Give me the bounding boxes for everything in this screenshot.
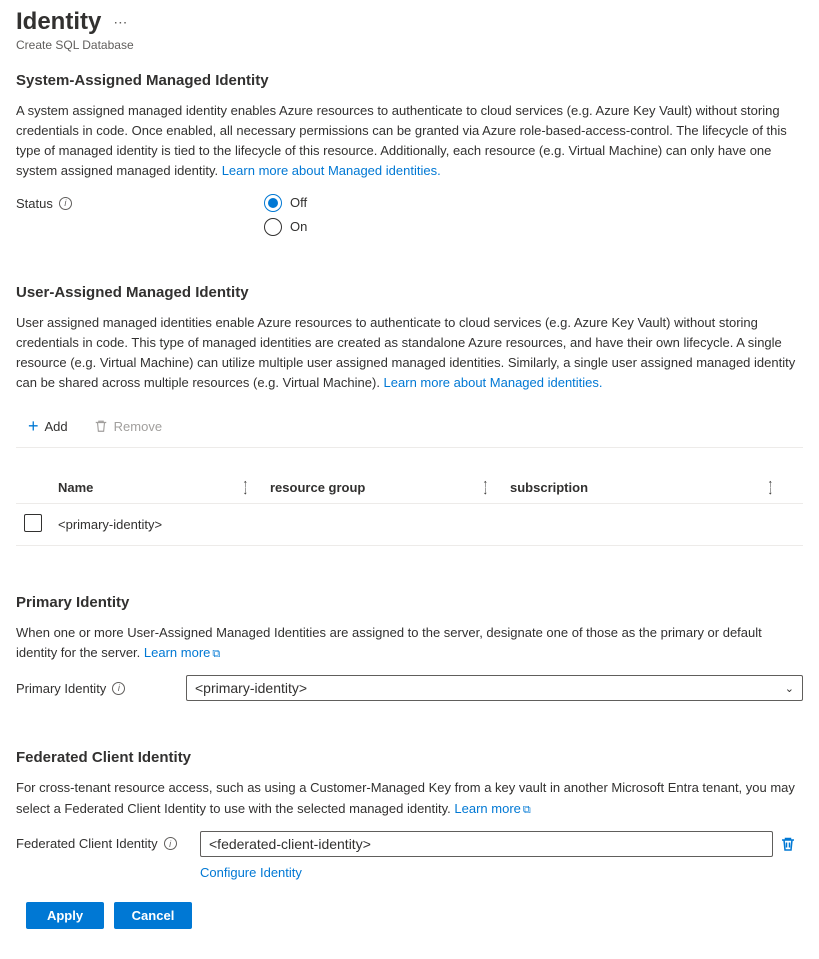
primary-identity-value: <primary-identity> xyxy=(195,680,307,696)
trash-icon xyxy=(780,836,796,852)
col-sub-header[interactable]: subscription ↑↓ xyxy=(510,480,795,495)
plus-icon: + xyxy=(28,417,39,435)
status-radio-group: Off On xyxy=(264,194,307,236)
trash-icon xyxy=(94,419,108,433)
federated-value: <federated-client-identity> xyxy=(209,836,371,852)
info-icon[interactable]: i xyxy=(112,682,125,695)
col-rg-header[interactable]: resource group ↑↓ xyxy=(270,480,510,495)
footer-buttons: Apply Cancel xyxy=(16,902,803,929)
apply-button[interactable]: Apply xyxy=(26,902,104,929)
col-name-header-text: Name xyxy=(58,480,93,495)
status-off-label: Off xyxy=(290,195,307,210)
status-radio-off[interactable]: Off xyxy=(264,194,307,212)
table-row[interactable]: <primary-identity> xyxy=(16,504,803,545)
add-button-label: Add xyxy=(45,419,68,434)
federated-learn-more-link[interactable]: Learn more⧉ xyxy=(454,801,530,816)
row-checkbox[interactable] xyxy=(24,514,42,532)
col-rg-header-text: resource group xyxy=(270,480,365,495)
col-sub-header-text: subscription xyxy=(510,480,588,495)
col-name-header[interactable]: Name ↑↓ xyxy=(58,480,270,495)
primary-identity-description: When one or more User-Assigned Managed I… xyxy=(16,623,803,663)
more-actions-button[interactable]: ⋯ xyxy=(113,14,127,31)
sort-icon: ↑↓ xyxy=(768,481,774,495)
primary-identity-desc-text: When one or more User-Assigned Managed I… xyxy=(16,625,762,660)
info-icon[interactable]: i xyxy=(164,837,177,850)
remove-button-label: Remove xyxy=(114,419,162,434)
delete-federated-button[interactable] xyxy=(773,836,803,852)
primary-identity-label: Primary Identity i xyxy=(16,681,186,696)
sort-icon: ↑↓ xyxy=(483,481,489,495)
federated-learn-more-text: Learn more xyxy=(454,801,520,816)
radio-inner xyxy=(268,198,278,208)
primary-identity-label-text: Primary Identity xyxy=(16,681,106,696)
section-user-assigned-heading: User-Assigned Managed Identity xyxy=(16,284,803,301)
user-assigned-description: User assigned managed identities enable … xyxy=(16,313,803,394)
primary-identity-select[interactable]: <primary-identity> ⌄ xyxy=(186,675,803,701)
status-radio-on[interactable]: On xyxy=(264,218,307,236)
federated-label-text: Federated Client Identity xyxy=(16,836,158,851)
section-primary-identity-heading: Primary Identity xyxy=(16,594,803,611)
identity-table: Name ↑↓ resource group ↑↓ subscription ↑… xyxy=(16,472,803,546)
external-link-icon: ⧉ xyxy=(523,804,531,816)
user-assigned-learn-more-link[interactable]: Learn more about Managed identities. xyxy=(384,375,603,390)
external-link-icon: ⧉ xyxy=(212,648,220,660)
info-icon[interactable]: i xyxy=(59,197,72,210)
system-assigned-learn-more-link[interactable]: Learn more about Managed identities. xyxy=(222,163,441,178)
radio-outer xyxy=(264,194,282,212)
page-subtitle: Create SQL Database xyxy=(16,38,803,52)
status-on-label: On xyxy=(290,219,307,234)
status-label: Status i xyxy=(16,194,264,211)
section-system-assigned-heading: System-Assigned Managed Identity xyxy=(16,72,803,89)
row-name-cell: <primary-identity> xyxy=(58,517,270,532)
federated-description: For cross-tenant resource access, such a… xyxy=(16,778,803,818)
primary-identity-learn-more-text: Learn more xyxy=(144,645,210,660)
section-federated-heading: Federated Client Identity xyxy=(16,749,803,766)
chevron-down-icon: ⌄ xyxy=(785,682,794,695)
add-button[interactable]: + Add xyxy=(24,415,72,437)
sort-icon: ↑↓ xyxy=(243,481,249,495)
system-assigned-description: A system assigned managed identity enabl… xyxy=(16,101,803,182)
primary-identity-learn-more-link[interactable]: Learn more⧉ xyxy=(144,645,220,660)
page-title: Identity xyxy=(16,8,101,36)
table-header-row: Name ↑↓ resource group ↑↓ subscription ↑… xyxy=(16,472,803,504)
remove-button: Remove xyxy=(90,417,166,436)
status-label-text: Status xyxy=(16,196,53,211)
federated-client-input[interactable]: <federated-client-identity> xyxy=(200,831,773,857)
federated-label: Federated Client Identity i xyxy=(16,836,200,851)
radio-outer xyxy=(264,218,282,236)
configure-identity-link[interactable]: Configure Identity xyxy=(200,865,302,880)
identity-toolbar: + Add Remove xyxy=(16,405,803,448)
cancel-button[interactable]: Cancel xyxy=(114,902,192,929)
federated-desc-text: For cross-tenant resource access, such a… xyxy=(16,780,795,815)
